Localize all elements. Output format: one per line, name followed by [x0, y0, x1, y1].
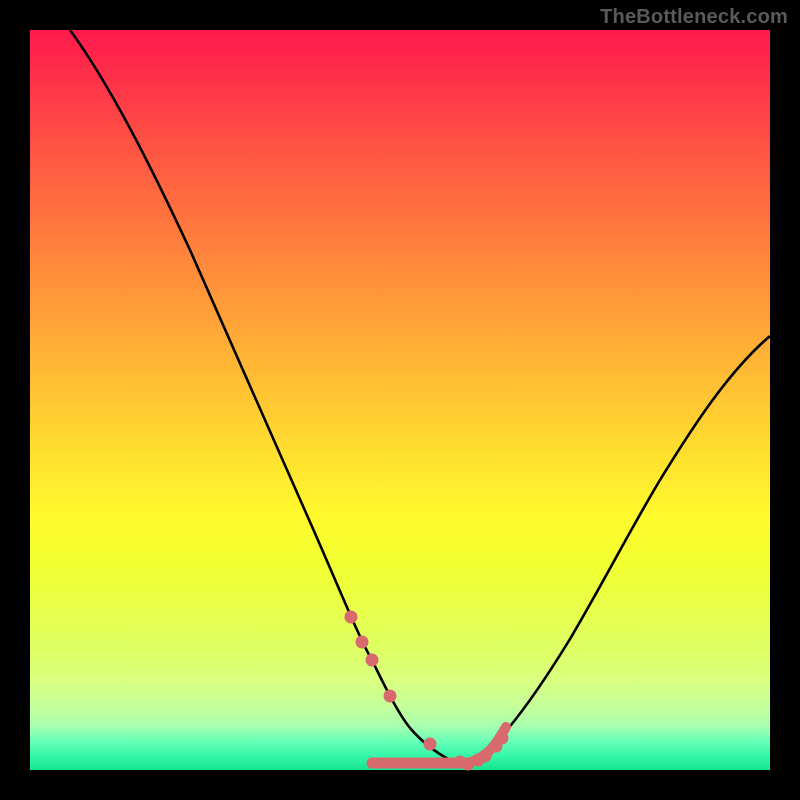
watermark-text: TheBottleneck.com: [600, 6, 788, 29]
chart-stage: TheBottleneck.com: [0, 0, 800, 800]
marker-dot: [366, 654, 378, 666]
left-curve: [70, 30, 465, 764]
marker-dot: [424, 738, 436, 750]
marker-dot: [356, 636, 368, 648]
marker-dot: [496, 732, 508, 744]
marker-dot: [479, 750, 491, 762]
right-curve: [465, 336, 770, 764]
marker-dot: [384, 690, 396, 702]
bottleneck-curve-plot: [30, 30, 770, 770]
valley-marker-group: [345, 611, 508, 770]
marker-dot: [345, 611, 357, 623]
